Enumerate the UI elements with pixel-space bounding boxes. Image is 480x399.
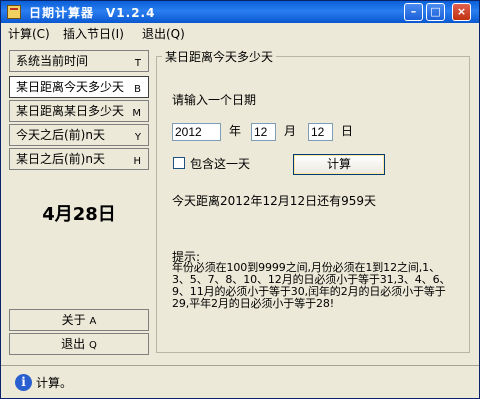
about-button[interactable]: 关于 A — [9, 309, 149, 331]
nav-date-to-date-button[interactable]: 某日距离某日多少天 M — [9, 100, 149, 122]
day-unit: 日 — [341, 124, 354, 138]
year-unit: 年 — [229, 124, 242, 138]
month-unit: 月 — [284, 124, 297, 138]
include-day-label[interactable]: 包含这一天 — [190, 155, 250, 172]
exit-shortcut: Q — [88, 340, 97, 351]
app-title: 日期计算器 — [29, 6, 95, 20]
nav-current-time-button[interactable]: 系统当前时间 T — [9, 50, 149, 72]
nav-shortcut: M — [132, 108, 141, 119]
menu-exit[interactable]: 退出(Q) — [142, 25, 185, 42]
status-text: 计算。 — [36, 376, 73, 390]
close-button[interactable]: × — [452, 3, 471, 21]
nav-shortcut: B — [134, 84, 141, 95]
input-prompt: 请输入一个日期 — [172, 93, 257, 107]
nav-label: 今天之后(前)n天 — [16, 128, 105, 142]
calendar-icon — [7, 5, 21, 19]
info-icon: i — [15, 374, 32, 391]
exit-label: 退出 — [61, 337, 86, 351]
calculate-button[interactable]: 计算 — [293, 154, 385, 175]
nav-shortcut: Y — [134, 132, 141, 143]
about-shortcut: A — [89, 316, 97, 327]
result-text: 今天距离2012年12月12日还有959天 — [172, 194, 376, 208]
nav-label: 某日距离某日多少天 — [16, 104, 125, 118]
menu-bar: 计算(C) 插入节日(I) 退出(Q) — [1, 23, 479, 42]
include-day-checkbox[interactable] — [173, 157, 185, 169]
minimize-button[interactable]: – — [404, 3, 423, 21]
nav-label: 某日距离今天多少天 — [16, 80, 125, 94]
hint-text: 年份必须在100到9999之间,月份必须在1到12之间,1、3、5、7、8、10… — [172, 261, 451, 310]
nav-shortcut: H — [133, 156, 141, 167]
nav-date-plus-n-button[interactable]: 某日之后(前)n天 H — [9, 148, 149, 170]
title-bar: 日期计算器 V1.2.4 – □ × — [1, 1, 479, 24]
nav-today-plus-n-button[interactable]: 今天之后(前)n天 Y — [9, 124, 149, 146]
maximize-button[interactable]: □ — [426, 3, 445, 21]
app-version: V1.2.4 — [106, 6, 156, 20]
menu-insert-holiday[interactable]: 插入节日(I) — [63, 25, 124, 42]
window-title: 日期计算器 V1.2.4 — [29, 4, 155, 21]
day-input[interactable] — [308, 123, 333, 141]
today-date-display: 4月28日 — [42, 204, 116, 225]
month-input[interactable] — [251, 123, 276, 141]
nav-shortcut: T — [134, 58, 141, 69]
exit-button[interactable]: 退出 Q — [9, 333, 149, 355]
groupbox-title: 某日距离今天多少天 — [162, 48, 277, 65]
menu-calculate[interactable]: 计算(C) — [8, 25, 50, 42]
nav-label: 系统当前时间 — [16, 54, 89, 68]
nav-date-to-today-button[interactable]: 某日距离今天多少天 B — [9, 76, 149, 98]
app-window: 日期计算器 V1.2.4 – □ × 计算(C) 插入节日(I) 退出(Q) 系统… — [0, 0, 480, 399]
nav-panel: 系统当前时间 T 某日距离今天多少天 B 某日距离某日多少天 M 今天之后(前)n天 Y… — [9, 50, 149, 358]
about-label: 关于 — [61, 313, 86, 327]
nav-label: 某日之后(前)n天 — [16, 152, 105, 166]
status-bar: i 计算。 — [1, 365, 479, 398]
year-input[interactable] — [172, 123, 221, 141]
